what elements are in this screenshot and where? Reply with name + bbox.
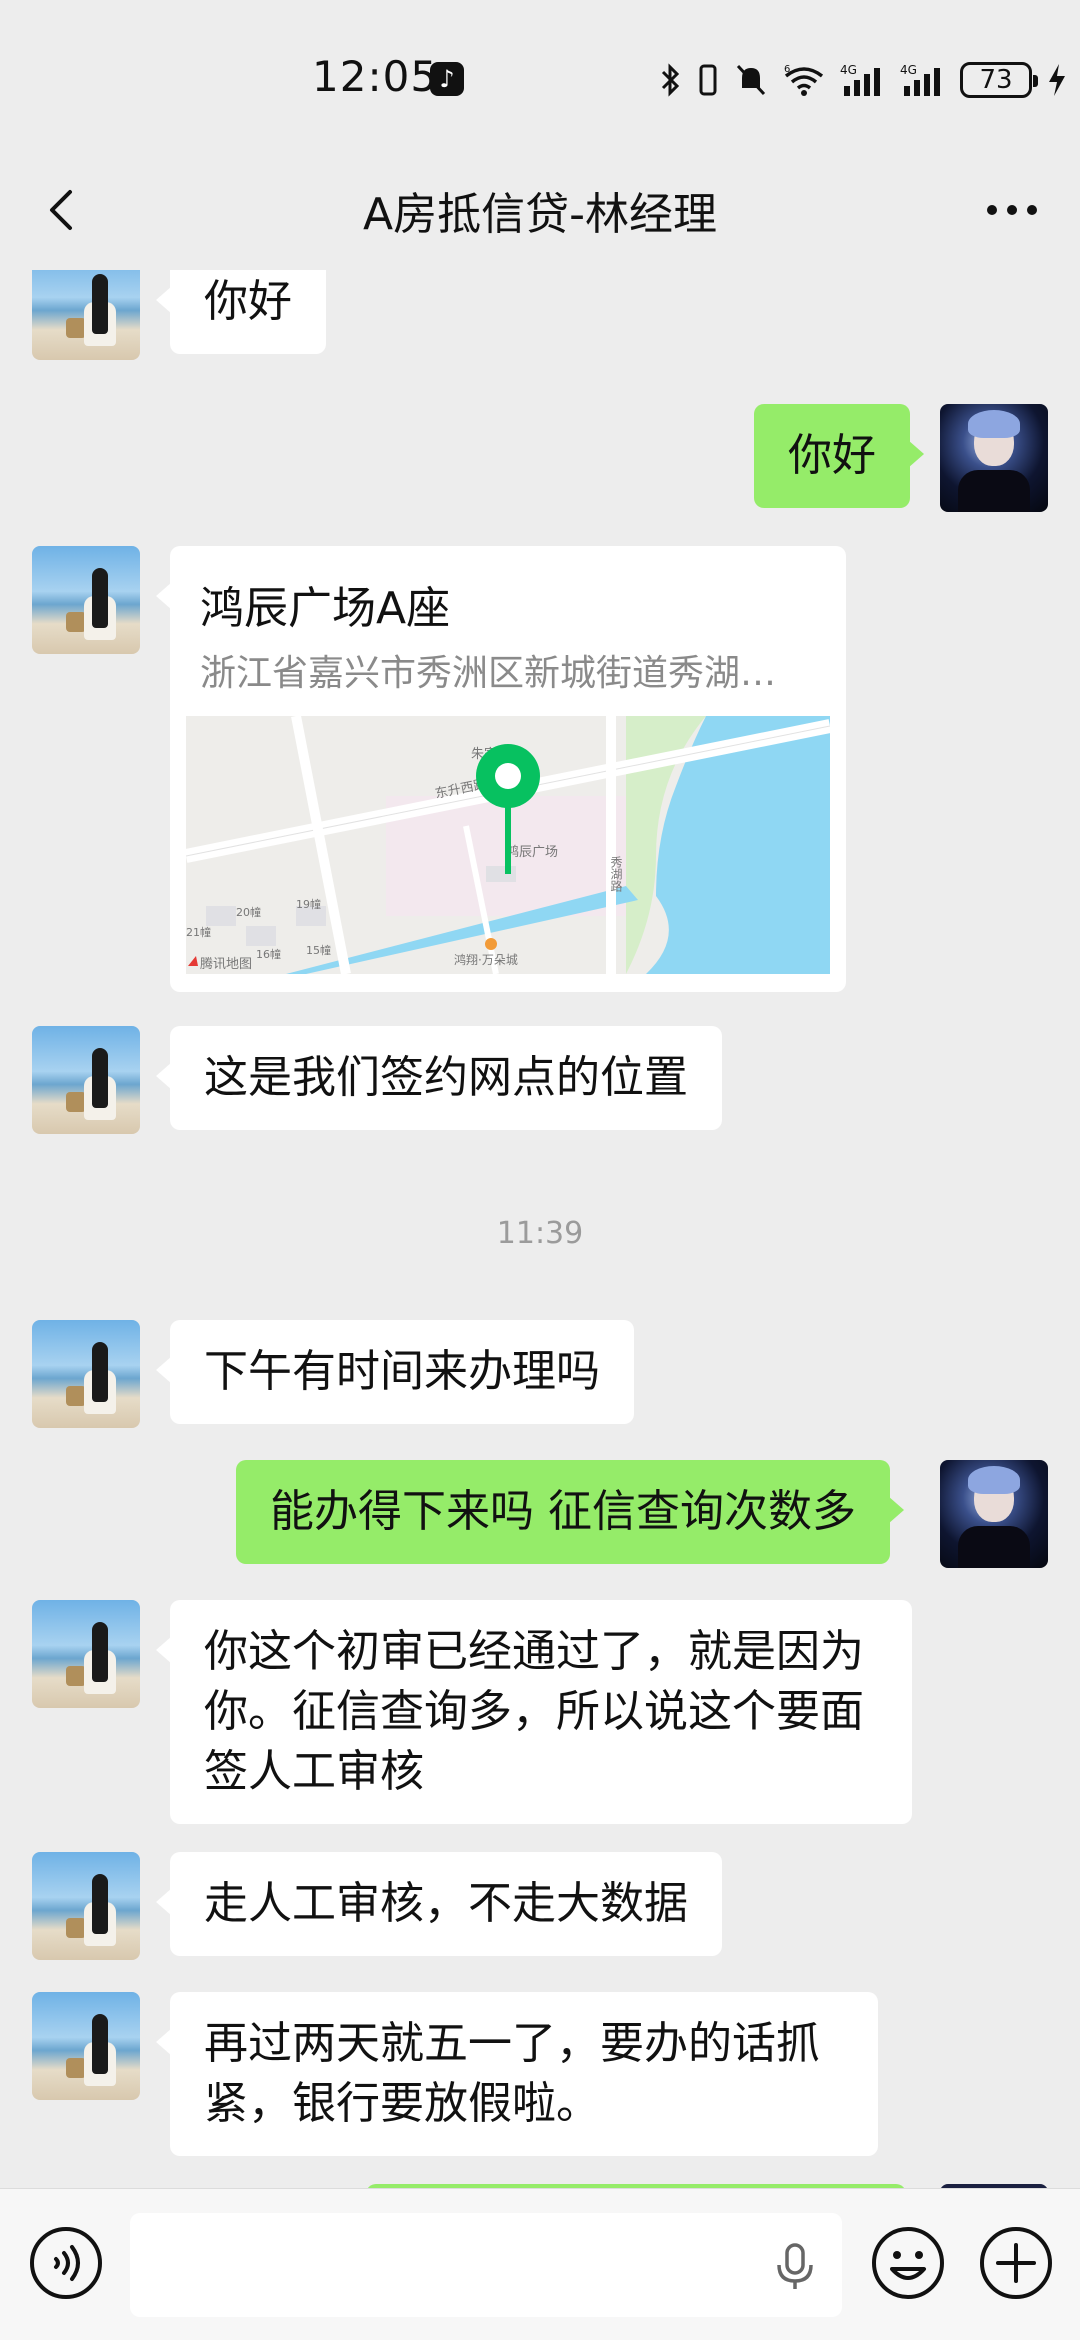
map-label-15: 15幢: [306, 943, 331, 957]
contact-avatar[interactable]: [32, 1320, 140, 1428]
my-avatar[interactable]: [940, 1460, 1048, 1568]
location-map-preview[interactable]: 朱家桥 东升西路 鸿辰广场 秀湖路 鸿翔·万朵城 21幢 20幢 19幢 16幢…: [186, 716, 830, 974]
map-label-xiuhu-road: 秀湖路: [609, 856, 623, 893]
map-label-16: 16幢: [256, 947, 281, 961]
mute-bell-icon: [736, 64, 766, 96]
contact-avatar[interactable]: [32, 1992, 140, 2100]
map-label-21: 21幢: [186, 925, 211, 939]
voice-mode-button[interactable]: [28, 2225, 104, 2301]
map-label-hongchen-plaza: 鸿辰广场: [506, 844, 558, 860]
voice-wave-icon: [30, 2227, 102, 2299]
location-message-card[interactable]: 鸿辰广场A座 浙江省嘉兴市秀洲区新城街道秀湖… 东升西路 鸿辰广场 秀湖路 鸿翔…: [156, 546, 846, 992]
input-bar: [0, 2188, 1080, 2340]
emoji-button[interactable]: [870, 2225, 946, 2301]
contact-avatar[interactable]: [32, 270, 140, 360]
status-icons: 6 4G 4G 73: [660, 60, 1068, 100]
contact-avatar[interactable]: [32, 1852, 140, 1960]
smiley-icon: [872, 2227, 944, 2299]
more-dots-icon: [987, 205, 1037, 215]
signal-4g-icon-2: 4G: [900, 63, 940, 96]
signal-4g-icon-1: 4G: [840, 63, 880, 96]
microphone-button[interactable]: [768, 2239, 822, 2293]
sent-message[interactable]: 能办得下来吗 征信查询次数多: [236, 1460, 904, 1564]
network-label-2: 4G: [900, 63, 917, 77]
chat-header: A房抵信贷-林经理: [0, 150, 1080, 270]
map-label-19: 19幢: [296, 897, 321, 911]
contact-avatar[interactable]: [32, 1600, 140, 1708]
map-graphic: 朱家桥 东升西路 鸿辰广场 秀湖路 鸿翔·万朵城 21幢 20幢 19幢 16幢…: [186, 716, 830, 974]
more-options-button[interactable]: [972, 170, 1052, 250]
status-bar: 12:05 ♪ 6 4G 4G 73: [0, 0, 1080, 150]
location-address: 浙江省嘉兴市秀洲区新城街道秀湖…: [200, 653, 777, 694]
contact-avatar[interactable]: [32, 1026, 140, 1134]
network-label-1: 4G: [840, 63, 857, 77]
tiktok-notification-icon: ♪: [430, 62, 464, 96]
wifi-generation-label: 6: [784, 64, 790, 75]
contact-avatar[interactable]: [32, 546, 140, 654]
received-message[interactable]: 你好: [156, 270, 326, 354]
more-functions-button[interactable]: [978, 2225, 1054, 2301]
my-avatar[interactable]: [940, 404, 1048, 512]
received-message[interactable]: 下午有时间来办理吗: [156, 1320, 634, 1424]
location-name: 鸿辰广场A座: [200, 583, 451, 634]
received-message[interactable]: 走人工审核，不走大数据: [156, 1852, 722, 1956]
plus-circle-icon: [980, 2227, 1052, 2299]
map-brand-label: 腾讯地图: [200, 956, 252, 972]
message-input[interactable]: [130, 2213, 842, 2317]
received-message[interactable]: 这是我们签约网点的位置: [156, 1026, 722, 1130]
bluetooth-icon: [661, 63, 680, 97]
sent-message[interactable]: 你好: [754, 404, 924, 508]
wifi-icon: 6: [784, 64, 824, 96]
chat-timestamp: 11:39: [496, 1216, 584, 1251]
received-message[interactable]: 再过两天就五一了，要办的话抓紧，银行要放假啦。: [156, 1992, 878, 2156]
battery-indicator: 73: [960, 62, 1038, 98]
map-label-20: 20幢: [236, 905, 261, 919]
microphone-icon: [777, 2243, 813, 2289]
chat-message-list[interactable]: 你好 你好 鸿辰广场A座 浙江省嘉兴市秀洲区新城街道秀湖… 东升西路 鸿辰广场 …: [0, 270, 1080, 2188]
vibrate-icon: [699, 64, 717, 96]
received-message[interactable]: 你这个初审已经通过了，就是因为你。征信查询多，所以说这个要面签人工审核: [156, 1600, 912, 1824]
map-label-wanduocheng: 鸿翔·万朵城: [454, 953, 518, 967]
status-time: 12:05: [312, 52, 439, 101]
charging-icon: [1049, 64, 1065, 96]
chat-title: A房抵信贷-林经理: [363, 189, 717, 240]
